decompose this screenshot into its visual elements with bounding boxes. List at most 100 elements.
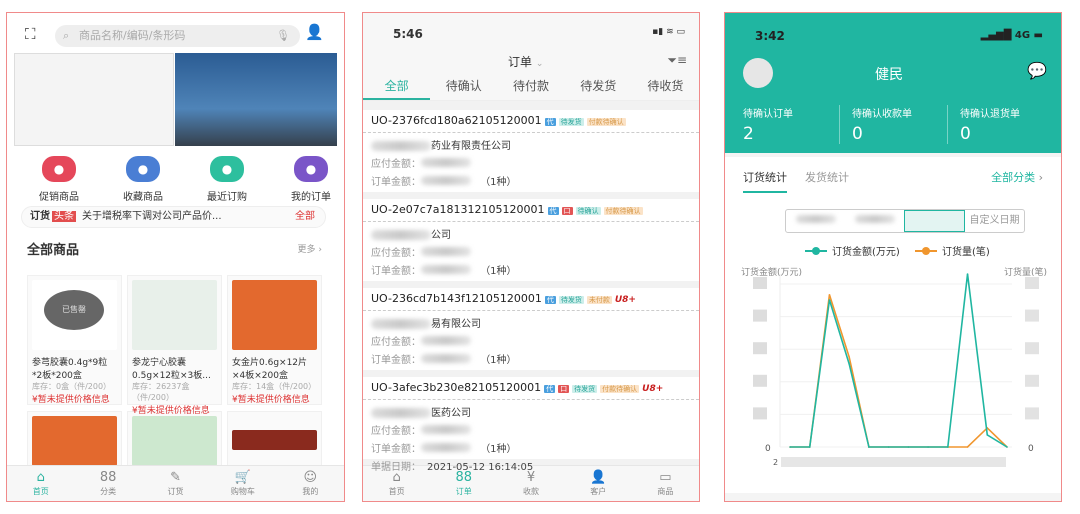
mic-icon[interactable]: 🎙 <box>276 25 290 47</box>
user-menu-icon[interactable]: 👤 <box>305 23 324 41</box>
filter-icon[interactable]: ⏷≡ <box>667 53 687 68</box>
u8-badge: U8+ <box>614 295 636 305</box>
tab-3[interactable]: 🛒 购物车 <box>209 466 276 501</box>
message-icon[interactable]: 💬 <box>1027 61 1047 80</box>
product-card[interactable]: 已售罄 参芎胶囊0.4g*9粒*2板*200盒 库存：0盒（件/200） ¥暂未提供价… <box>27 275 122 405</box>
status-badge: 待发货 <box>558 296 584 304</box>
category-bag[interactable]: ● 收藏商品 <box>103 156 183 203</box>
date-option[interactable] <box>786 210 845 232</box>
search-input[interactable]: ⌕ 商品名称/编码/条形码 🎙 <box>55 25 300 47</box>
order-stats-chart: 订货金额(万元) 订货量(笔)订货金额(万元) 订货量(笔)0 02 <box>741 245 1047 467</box>
product-card[interactable]: 女金片0.6g×12片×4板×200盒 库存：14盒（件/200） ¥暂未提供价格信… <box>227 275 322 405</box>
company-name: 医药公司 <box>431 408 471 419</box>
x-tick: 2 <box>773 458 778 467</box>
y-tick-blurred <box>753 277 767 289</box>
legend-marker <box>922 247 930 255</box>
tab-1[interactable]: 88 分类 <box>74 466 141 501</box>
cart-icon: ● <box>210 156 244 182</box>
order-card[interactable]: UO-2376fcd180a62105120001 代待发货 付款待确认 药业有限责任… <box>363 103 699 206</box>
data-point <box>828 299 831 301</box>
avatar[interactable] <box>743 58 773 88</box>
order-id: UO-3afec3b230e82105120001 <box>371 381 542 394</box>
all-categories-link[interactable]: 全部分类 › <box>991 169 1043 185</box>
tab-icon: ☺ <box>303 470 318 485</box>
category-cart[interactable]: ● 最近订购 <box>187 156 267 203</box>
bag-icon: ● <box>126 156 160 182</box>
order-icon: ● <box>294 156 328 182</box>
tab-icon: ✎ <box>170 470 181 485</box>
date-range-selector: 自定义日期 <box>785 209 1025 233</box>
sold-out-badge: 已售罄 <box>44 290 104 330</box>
tab-order-stats[interactable]: 订货统计 <box>743 169 787 193</box>
tab-4[interactable]: ☺ 我的 <box>277 466 344 501</box>
banner-image[interactable] <box>175 53 337 146</box>
product-price: ¥暂未提供价格信息 <box>232 395 310 405</box>
news-ticker[interactable]: 订货 头条 关于增税率下调对公司产品价... 全部 <box>21 206 326 228</box>
product-stock: 库存：26237盒（件/200） <box>132 382 190 402</box>
y-tick-left: 0 <box>765 444 771 454</box>
product-card[interactable]: 参龙宁心胶囊0.5g×12粒×3板... 库存：26237盒（件/200） ¥暂未提… <box>127 275 222 416</box>
order-tab[interactable]: 待发货 <box>565 73 632 100</box>
data-point <box>789 446 791 448</box>
company-name: 药业有限责任公司 <box>431 141 511 152</box>
status-icons: ▪▮ ≋ ▭ <box>652 27 685 37</box>
order-card[interactable]: UO-3afec3b230e82105120001 代口待发货 付款待确认 U8+ 医药… <box>363 370 699 473</box>
data-point <box>927 446 929 448</box>
order-tab[interactable]: 待收货 <box>632 73 699 100</box>
product-price: ¥暂未提供价格信息 <box>32 395 110 405</box>
data-point <box>966 273 969 275</box>
order-tab[interactable]: 待确认 <box>430 73 497 100</box>
category-percent[interactable]: ● 促销商品 <box>19 156 99 203</box>
status-badge: 付款待确认 <box>603 207 643 215</box>
order-tab[interactable]: 全部 <box>363 73 431 100</box>
status-badge: 代 <box>544 385 556 393</box>
more-link[interactable]: 更多 › <box>298 242 322 255</box>
tab-ship-stats[interactable]: 发货统计 <box>805 169 849 185</box>
orders-screen: 5:46 ▪▮ ≋ ▭ 订单 ⌄ ⏷≡ 全部 待确认 待付款 待发货 待收货 ⌂ 首页 88… <box>362 12 700 502</box>
y-axis-right-label: 订货量(笔) <box>1004 266 1047 278</box>
status-badge: 口 <box>561 207 573 215</box>
tab-0[interactable]: ⌂ 首页 <box>7 466 74 501</box>
search-icon: ⌕ <box>63 29 70 42</box>
tab-2[interactable]: ✎ 订货 <box>142 466 209 501</box>
category-order[interactable]: ● 我的订单 <box>271 156 344 203</box>
pending-stat[interactable]: 待确认订单 2 <box>731 105 841 144</box>
y-tick-blurred <box>753 309 767 322</box>
status-badge: 未付款 <box>586 296 612 304</box>
pending-stat[interactable]: 待确认退货单 0 <box>947 105 1057 144</box>
pending-stat[interactable]: 待确认收款单 0 <box>839 105 949 144</box>
page-title: 健民 <box>875 67 903 83</box>
section-title: 全部商品 <box>27 243 80 258</box>
product-stock: 库存：0盒（件/200） <box>32 382 112 391</box>
order-status-tabs: 全部 待确认 待付款 待发货 待收货 <box>363 73 699 101</box>
status-time: 5:46 <box>393 27 423 41</box>
status-badge: 代 <box>547 207 559 215</box>
shop-home-screen: ⛶ ⌕ 商品名称/编码/条形码 🎙 👤 订货 头条 关于增税率下调对公司产品价... 全部… <box>6 12 345 502</box>
product-card[interactable] <box>227 411 322 471</box>
data-point <box>848 356 850 358</box>
banner-image[interactable] <box>14 53 174 146</box>
order-tab[interactable]: 待付款 <box>497 73 564 100</box>
product-card[interactable] <box>127 411 222 471</box>
legend-marker <box>812 247 820 255</box>
scan-icon[interactable]: ⛶ <box>25 25 36 43</box>
y-tick-blurred <box>1025 374 1039 387</box>
y-tick-blurred <box>753 374 767 387</box>
y-tick-blurred <box>1025 407 1039 420</box>
tab-icon: 🛒 <box>234 470 252 485</box>
orders-title-dropdown[interactable]: 订单 ⌄ <box>508 53 543 70</box>
y-tick-right: 0 <box>1028 444 1034 454</box>
status-badge: 待确认 <box>575 207 601 215</box>
date-option[interactable] <box>904 210 965 232</box>
news-all-link[interactable]: 全部 <box>295 207 315 227</box>
order-card[interactable]: UO-236cd7b143f12105120001 代待发货 未付款 U8+ 易有限公司… <box>363 281 699 384</box>
order-card[interactable]: UO-2e07c7a181312105120001 代口待确认 付款待确认 公司 应付金… <box>363 192 699 295</box>
custom-date-button[interactable]: 自定义日期 <box>965 210 1024 232</box>
data-point <box>907 446 910 448</box>
tab-icon: 88 <box>99 470 117 485</box>
tab-icon: ⌂ <box>36 470 45 485</box>
date-option[interactable] <box>845 210 904 232</box>
data-point <box>966 446 969 448</box>
data-point <box>868 446 870 448</box>
product-card[interactable] <box>27 411 122 471</box>
